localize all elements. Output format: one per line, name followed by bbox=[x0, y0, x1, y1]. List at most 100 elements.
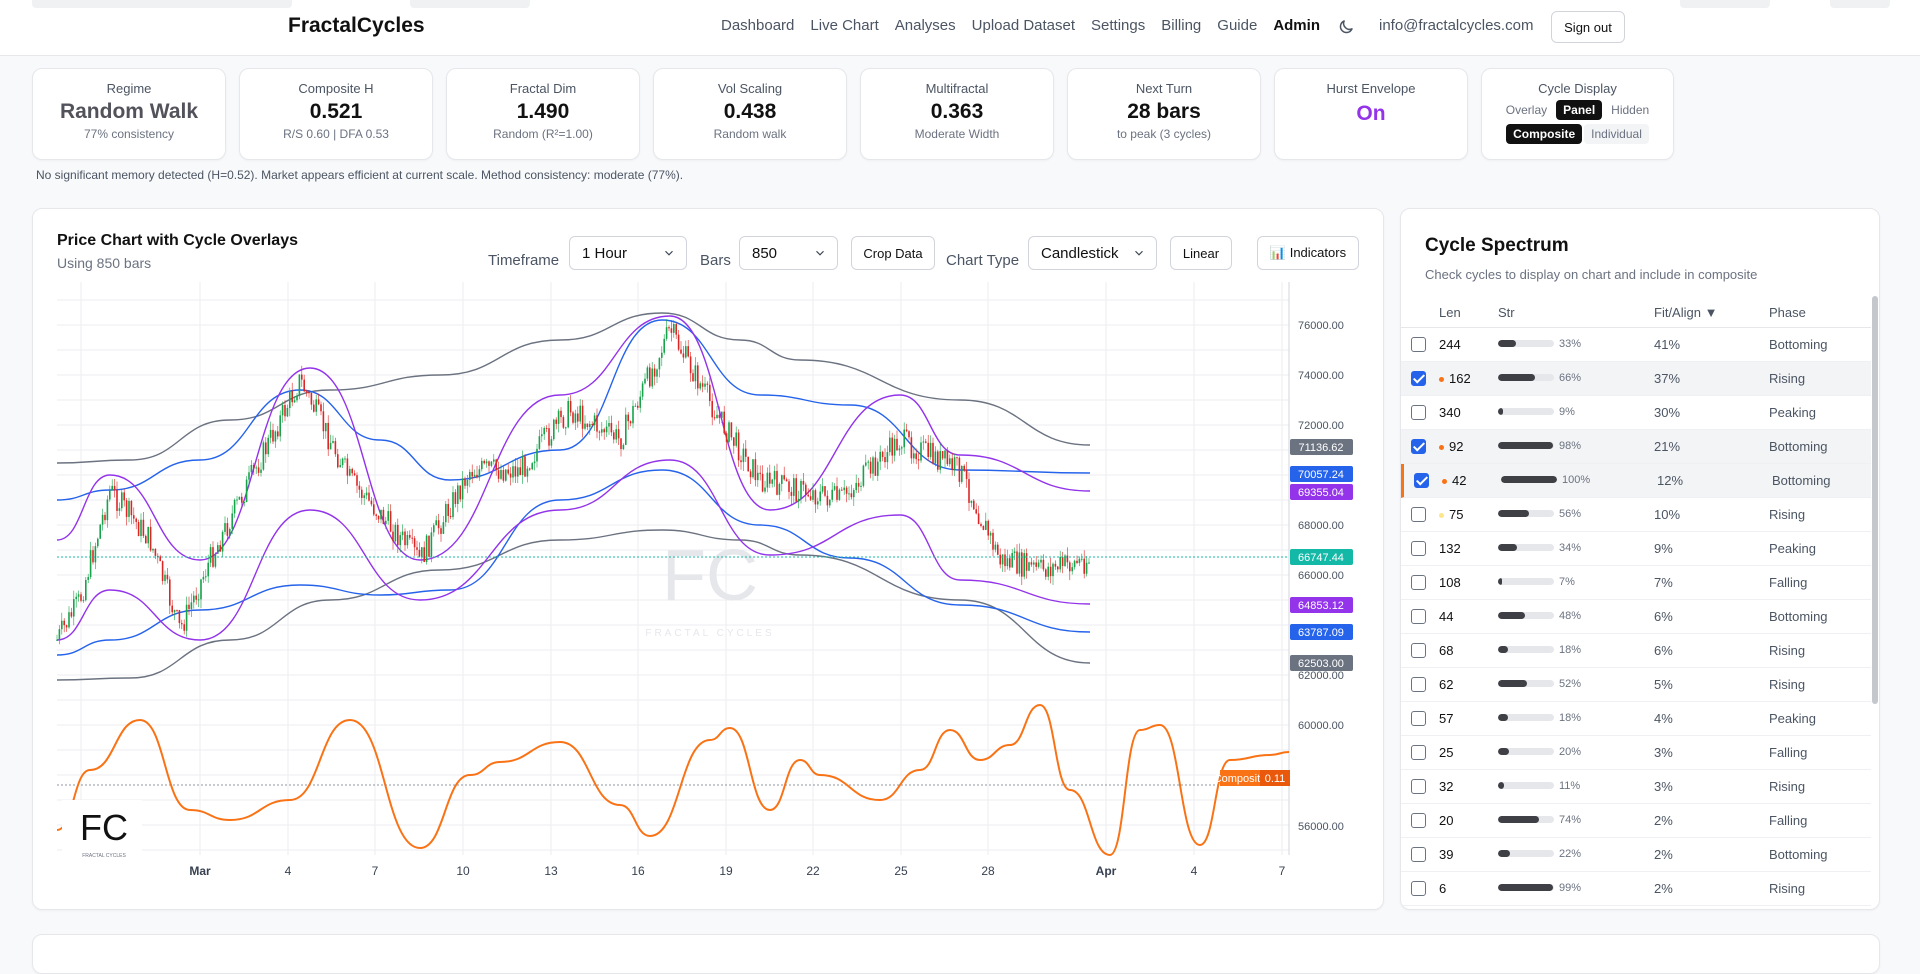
col-fit-align[interactable]: Fit/Align ▼ bbox=[1654, 305, 1717, 320]
cycle-length: 92 bbox=[1449, 439, 1464, 454]
y-tick-label: 66000.00 bbox=[1298, 570, 1344, 582]
lower-card bbox=[32, 934, 1880, 974]
cycle-checkbox[interactable] bbox=[1411, 371, 1426, 386]
strength-value: 18% bbox=[1559, 644, 1582, 656]
price-tag: 69355.04 bbox=[1290, 484, 1353, 500]
strength-bar bbox=[1498, 714, 1554, 721]
phase-value: Rising bbox=[1769, 371, 1806, 386]
cycle-checkbox[interactable] bbox=[1411, 337, 1426, 352]
x-tick-label: 19 bbox=[719, 864, 733, 878]
y-tick-label: 74000.00 bbox=[1298, 370, 1344, 382]
cycle-length: 75 bbox=[1449, 507, 1464, 522]
phase-value: Bottoming bbox=[1769, 847, 1828, 862]
price-tag: 63787.09 bbox=[1290, 624, 1353, 640]
spectrum-row[interactable]: 57 18% 4% Peaking bbox=[1401, 702, 1871, 736]
x-tick-label: Mar bbox=[189, 864, 211, 878]
fit-align-value: 3% bbox=[1654, 779, 1673, 794]
svg-text:FC: FC bbox=[80, 807, 128, 848]
spectrum-row[interactable]: 132 34% 9% Peaking bbox=[1401, 532, 1871, 566]
fractalcycles-corner-logo: FC FRACTAL CYCLES bbox=[62, 800, 142, 859]
spectrum-row[interactable]: 32 11% 3% Rising bbox=[1401, 770, 1871, 804]
cycle-checkbox[interactable] bbox=[1411, 711, 1426, 726]
cycle-color-dot bbox=[1442, 479, 1447, 484]
phase-value: Rising bbox=[1769, 677, 1806, 692]
strength-bar bbox=[1501, 476, 1557, 483]
cycle-checkbox[interactable] bbox=[1411, 439, 1426, 454]
fit-align-value: 9% bbox=[1654, 541, 1673, 556]
y-tick-label: 56000.00 bbox=[1298, 821, 1344, 833]
cycle-checkbox[interactable] bbox=[1414, 473, 1429, 488]
svg-text:71136.62: 71136.62 bbox=[1298, 442, 1343, 454]
strength-bar bbox=[1498, 782, 1554, 789]
cycle-checkbox[interactable] bbox=[1411, 575, 1426, 590]
phase-value: Rising bbox=[1769, 881, 1806, 896]
svg-text:63787.09: 63787.09 bbox=[1298, 627, 1344, 639]
phase-value: Rising bbox=[1769, 779, 1806, 794]
cycle-checkbox[interactable] bbox=[1411, 881, 1426, 896]
x-tick-label: 25 bbox=[894, 864, 908, 878]
cycle-checkbox[interactable] bbox=[1411, 779, 1426, 794]
spectrum-table-header: Len Str Fit/Align ▼ Phase bbox=[1401, 296, 1871, 328]
col-phase[interactable]: Phase bbox=[1769, 305, 1806, 320]
cycle-checkbox[interactable] bbox=[1411, 847, 1426, 862]
price-tag: 64853.12 bbox=[1290, 597, 1353, 613]
strength-value: 33% bbox=[1559, 338, 1582, 350]
strength-value: 98% bbox=[1559, 440, 1582, 452]
fit-align-value: 30% bbox=[1654, 405, 1681, 420]
envelope-outer-lower bbox=[56, 529, 1091, 681]
cycle-band-upper bbox=[56, 315, 1091, 561]
spectrum-scrollbar[interactable] bbox=[1872, 296, 1878, 704]
svg-text:64853.12: 64853.12 bbox=[1298, 600, 1344, 612]
cycle-checkbox[interactable] bbox=[1411, 609, 1426, 624]
phase-value: Bottoming bbox=[1769, 439, 1828, 454]
spectrum-row[interactable]: 25 20% 3% Falling bbox=[1401, 736, 1871, 770]
svg-text:66747.44: 66747.44 bbox=[1298, 552, 1344, 564]
cycle-checkbox[interactable] bbox=[1411, 745, 1426, 760]
watermark-text: FRACTAL CYCLES bbox=[645, 628, 774, 639]
cycle-checkbox[interactable] bbox=[1411, 507, 1426, 522]
spectrum-row[interactable]: 162 66% 37% Rising bbox=[1401, 362, 1871, 396]
x-tick-label: 16 bbox=[631, 864, 645, 878]
x-tick-label: 28 bbox=[981, 864, 995, 878]
cycle-color-dot bbox=[1439, 377, 1444, 382]
spectrum-row[interactable]: 42 100% 12% Bottoming bbox=[1401, 464, 1871, 498]
y-tick-label: 60000.00 bbox=[1298, 720, 1344, 732]
spectrum-row[interactable]: 6 99% 2% Rising bbox=[1401, 872, 1871, 906]
spectrum-row[interactable]: 62 52% 5% Rising bbox=[1401, 668, 1871, 702]
fit-align-value: 4% bbox=[1654, 711, 1673, 726]
spectrum-title: Cycle Spectrum bbox=[1425, 235, 1569, 256]
x-tick-label: 7 bbox=[372, 864, 379, 878]
cycle-checkbox[interactable] bbox=[1411, 677, 1426, 692]
strength-value: 7% bbox=[1559, 576, 1575, 588]
cycle-checkbox[interactable] bbox=[1411, 541, 1426, 556]
cycle-length: 25 bbox=[1439, 745, 1454, 760]
price-tag: 71136.62 bbox=[1290, 439, 1353, 455]
spectrum-row[interactable]: 244 33% 41% Bottoming bbox=[1401, 328, 1871, 362]
strength-value: 9% bbox=[1559, 406, 1575, 418]
strength-bar bbox=[1498, 408, 1554, 415]
cycle-length: 57 bbox=[1439, 711, 1454, 726]
x-tick-label: 7 bbox=[1279, 864, 1286, 878]
spectrum-row[interactable]: 75 56% 10% Rising bbox=[1401, 498, 1871, 532]
phase-value: Bottoming bbox=[1772, 473, 1831, 488]
cycle-checkbox[interactable] bbox=[1411, 643, 1426, 658]
svg-text:0.11: 0.11 bbox=[1265, 773, 1286, 785]
cycle-length: 32 bbox=[1439, 779, 1454, 794]
col-len[interactable]: Len bbox=[1439, 305, 1461, 320]
spectrum-row[interactable]: 39 22% 2% Bottoming bbox=[1401, 838, 1871, 872]
fit-align-value: 37% bbox=[1654, 371, 1681, 386]
col-str[interactable]: Str bbox=[1498, 305, 1515, 320]
spectrum-row[interactable]: 68 18% 6% Rising bbox=[1401, 634, 1871, 668]
phase-value: Bottoming bbox=[1769, 609, 1828, 624]
strength-value: 66% bbox=[1559, 372, 1582, 384]
phase-value: Falling bbox=[1769, 575, 1808, 590]
spectrum-row[interactable]: 340 9% 30% Peaking bbox=[1401, 396, 1871, 430]
fit-align-value: 5% bbox=[1654, 677, 1673, 692]
envelope-mid-upper bbox=[56, 319, 1091, 501]
spectrum-row[interactable]: 92 98% 21% Bottoming bbox=[1401, 430, 1871, 464]
cycle-checkbox[interactable] bbox=[1411, 405, 1426, 420]
cycle-checkbox[interactable] bbox=[1411, 813, 1426, 828]
spectrum-row[interactable]: 20 74% 2% Falling bbox=[1401, 804, 1871, 838]
spectrum-row[interactable]: 108 7% 7% Falling bbox=[1401, 566, 1871, 600]
spectrum-row[interactable]: 44 48% 6% Bottoming bbox=[1401, 600, 1871, 634]
